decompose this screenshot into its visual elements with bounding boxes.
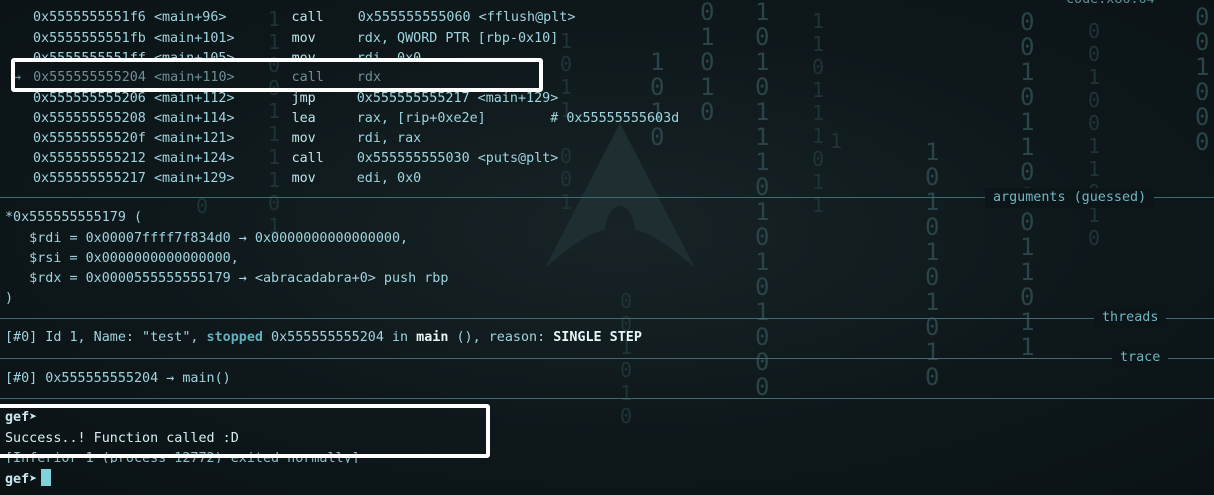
argument-rdi: $rdi = 0x00007ffff7f834d0 → 0x0000000000… bbox=[5, 231, 409, 246]
arguments-call: *0x555555555179 ( bbox=[5, 210, 143, 225]
section-title-threads: threads bbox=[1094, 308, 1167, 328]
matrix-rain-column: 1 1 0 1 1 1 0 1 1 bbox=[812, 9, 825, 217]
disasm-line: 0x555555555212 <main+124> call 0x555555555… bbox=[33, 151, 559, 166]
argument-rdx: $rdx = 0x0000555555555179 → <abracadabra… bbox=[5, 271, 449, 286]
context-header-code: code:x86:64 bbox=[1066, 0, 1155, 10]
section-divider bbox=[0, 318, 1214, 319]
matrix-rain-column: 0 1 0 1 0 bbox=[700, 0, 715, 126]
argument-rsi: $rsi = 0x0000000000000000, bbox=[5, 251, 239, 266]
section-title-trace: trace bbox=[1112, 348, 1169, 368]
matrix-rain-column: 0 0 1 0 0 0 bbox=[1195, 3, 1210, 156]
matrix-rain-column: 0 0 1 0 0 1 1 0 1 0 bbox=[1088, 19, 1101, 250]
disasm-line: 0x55555555520f <main+121> mov rdi, rax bbox=[33, 131, 422, 146]
matrix-rain-column: 0 0 1 0 1 1 0 0 0 1 1 0 1 1 bbox=[1020, 8, 1035, 361]
disasm-line: 0x5555555551fb <main+101> mov rdx, QWORD P… bbox=[33, 31, 559, 46]
matrix-rain-column: 0 bbox=[196, 194, 209, 218]
section-title-arguments: arguments (guessed) bbox=[985, 188, 1155, 208]
disasm-line: 0x555555555208 <main+114> lea rax, [rip+0x… bbox=[33, 111, 680, 126]
disasm-line: 0x555555555206 <main+112> jmp 0x5555555552… bbox=[33, 91, 559, 106]
matrix-rain-column: 1 0 1 0 1 0 1 0 1 0 bbox=[925, 138, 940, 391]
disasm-line: 0x555555555217 <main+129> mov edi, 0x0 bbox=[33, 171, 422, 186]
disasm-line: 0x5555555551f6 <main+96> call 0x5555555550… bbox=[33, 10, 576, 25]
matrix-rain-column: 1 0 1 0 1 1 1 0 1 0 1 0 1 0 0 0 bbox=[755, 0, 770, 401]
matrix-rain-column: 1 bbox=[830, 129, 843, 153]
trace-line: [#0] 0x555555555204 → main() bbox=[5, 371, 231, 386]
highlight-box-current-instruction bbox=[11, 58, 543, 92]
section-divider bbox=[0, 358, 1214, 359]
section-divider bbox=[0, 398, 1214, 399]
gef-prompt-input[interactable]: gef➤ bbox=[5, 469, 52, 489]
arguments-close: ) bbox=[5, 291, 14, 306]
arch-logo-icon bbox=[545, 123, 695, 268]
terminal-cursor[interactable] bbox=[41, 469, 52, 486]
highlight-box-output bbox=[0, 404, 490, 458]
matrix-rain-column: 0 0 1 0 1 0 bbox=[620, 289, 633, 428]
thread-line: [#0] Id 1, Name: "test", stopped 0x55555… bbox=[5, 330, 642, 345]
